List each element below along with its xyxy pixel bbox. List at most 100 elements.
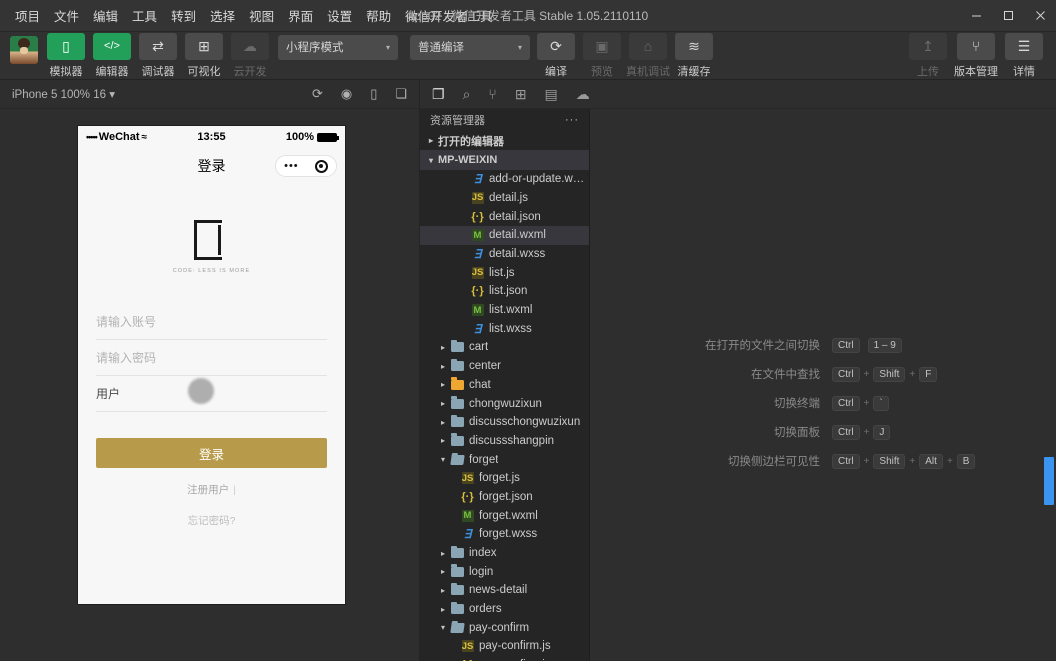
account-input[interactable]: 请输入账号 bbox=[96, 304, 327, 340]
tree-row[interactable]: ∃ detail.wxss bbox=[420, 245, 589, 264]
maximize-button[interactable] bbox=[992, 0, 1024, 31]
user-type-label: 用户 bbox=[96, 387, 121, 401]
register-link[interactable]: 注册用户 bbox=[187, 484, 229, 496]
record-icon[interactable]: ◉ bbox=[341, 86, 352, 102]
tree-row[interactable]: JS list.js bbox=[420, 263, 589, 282]
refresh-icon: ⟳ bbox=[537, 32, 575, 60]
tree-row[interactable]: ▾ forget bbox=[420, 450, 589, 469]
chevron-right-icon[interactable]: ▸ bbox=[436, 362, 450, 371]
forgot-password-link[interactable]: 忘记密码? bbox=[96, 513, 327, 528]
toolbar-button-label: 编辑器 bbox=[95, 65, 129, 78]
branch-icon: ⑂ bbox=[957, 32, 995, 60]
menu-item-10[interactable]: 微信开发者工具 bbox=[398, 2, 500, 29]
menu-item-5[interactable]: 选择 bbox=[203, 2, 242, 29]
window-icon[interactable]: ❏ bbox=[395, 86, 407, 102]
menu-item-3[interactable]: 工具 bbox=[125, 2, 164, 29]
device-icon[interactable]: ▯ bbox=[370, 86, 377, 102]
tree-row[interactable]: ▸ center bbox=[420, 357, 589, 376]
toolbar-button-详情[interactable]: ☰ 详情 bbox=[1004, 32, 1044, 79]
toolbar-button-模拟器[interactable]: ▯ 模拟器 bbox=[46, 32, 86, 79]
user-avatar[interactable] bbox=[10, 35, 38, 64]
chevron-down-icon[interactable]: ▾ bbox=[436, 623, 450, 632]
toolbar-button-可视化[interactable]: ⊞ 可视化 bbox=[184, 32, 224, 79]
toolbar-button-编译[interactable]: ⟳ 编译 bbox=[536, 32, 576, 79]
tree-row[interactable]: ▸ login bbox=[420, 562, 589, 581]
menu-item-2[interactable]: 编辑 bbox=[86, 2, 125, 29]
toolbar-button-云开发: ☁ 云开发 bbox=[230, 32, 270, 79]
capsule-buttons[interactable]: ••• bbox=[275, 155, 337, 177]
tree-row[interactable]: ▸ discusschongwuzixun bbox=[420, 413, 589, 432]
section-open-editors[interactable]: ▸ 打开的编辑器 bbox=[420, 131, 589, 150]
more-actions-icon[interactable]: ··· bbox=[565, 114, 579, 126]
target-icon[interactable] bbox=[314, 159, 328, 173]
tree-row[interactable]: ▸ index bbox=[420, 544, 589, 563]
tree-row[interactable]: ∃ forget.wxss bbox=[420, 525, 589, 544]
editor-scrollbar[interactable] bbox=[1042, 109, 1056, 661]
section-open-editors-label: 打开的编辑器 bbox=[438, 135, 504, 148]
tree-row[interactable]: {·}pay-confirm.json bbox=[420, 656, 589, 661]
menu-item-8[interactable]: 设置 bbox=[320, 2, 359, 29]
minimize-button[interactable] bbox=[960, 0, 992, 31]
menu-item-0[interactable]: 项目 bbox=[8, 2, 47, 29]
tree-row[interactable]: ▸ chat bbox=[420, 376, 589, 395]
tree-row[interactable]: ∃ list.wxss bbox=[420, 319, 589, 338]
chevron-right-icon[interactable]: ▸ bbox=[436, 418, 450, 427]
cloud-icon[interactable]: ☁ bbox=[576, 86, 590, 103]
menu-item-4[interactable]: 转到 bbox=[164, 2, 203, 29]
chevron-right-icon[interactable]: ▸ bbox=[436, 436, 450, 445]
more-icon[interactable]: ••• bbox=[284, 160, 299, 172]
chevron-right-icon[interactable]: ▸ bbox=[436, 399, 450, 408]
tree-row[interactable]: {·} list.json bbox=[420, 282, 589, 301]
chevron-right-icon[interactable]: ▸ bbox=[436, 380, 450, 389]
tree-row[interactable]: JS forget.js bbox=[420, 469, 589, 488]
toolbar-button-版本管理[interactable]: ⑂ 版本管理 bbox=[954, 32, 998, 79]
tree-row[interactable]: ▸ chongwuzixun bbox=[420, 394, 589, 413]
tree-row[interactable]: Mdetail.wxml bbox=[420, 226, 589, 245]
tree-row-label: login bbox=[469, 565, 494, 578]
tree-row[interactable]: ∃ add-or-update.wxss bbox=[420, 170, 589, 189]
compile-select[interactable]: 普通编译 ▾ bbox=[410, 34, 530, 60]
menu-item-7[interactable]: 界面 bbox=[281, 2, 320, 29]
tree-row[interactable]: Mlist.wxml bbox=[420, 301, 589, 320]
close-button[interactable] bbox=[1024, 0, 1056, 31]
tree-row[interactable]: Mforget.wxml bbox=[420, 506, 589, 525]
chevron-right-icon[interactable]: ▸ bbox=[436, 549, 450, 558]
shortcut-keys: Ctrl + Shift + F bbox=[832, 366, 992, 382]
mode-select[interactable]: 小程序模式 ▾ bbox=[278, 34, 398, 60]
simulator-stage: ••••• WeChat ≈ 13:55 100% 登录 ••• CODE: L… bbox=[0, 109, 419, 661]
source-control-icon[interactable]: ⑂ bbox=[488, 86, 496, 102]
tree-row[interactable]: ▸ orders bbox=[420, 600, 589, 619]
tree-row[interactable]: {·} forget.json bbox=[420, 488, 589, 507]
chevron-down-icon[interactable]: ▾ bbox=[436, 455, 450, 464]
password-input[interactable]: 请输入密码 bbox=[96, 340, 327, 376]
tree-row[interactable]: {·} detail.json bbox=[420, 207, 589, 226]
section-project[interactable]: ▾ MP-WEIXIN bbox=[420, 150, 589, 170]
rotate-icon[interactable]: ⟳ bbox=[312, 86, 323, 102]
chevron-right-icon[interactable]: ▸ bbox=[436, 567, 450, 576]
chevron-right-icon[interactable]: ▸ bbox=[436, 343, 450, 352]
chevron-right-icon[interactable]: ▸ bbox=[436, 586, 450, 595]
tree-row[interactable]: ▸ discussshangpin bbox=[420, 432, 589, 451]
device-selector[interactable]: iPhone 5 100% 16 ▾ bbox=[12, 87, 115, 101]
tree-row-label: pay-confirm bbox=[469, 621, 530, 634]
toolbar-button-编辑器[interactable]: </> 编辑器 bbox=[92, 32, 132, 79]
search-icon[interactable]: ⌕ bbox=[463, 86, 471, 103]
tree-row[interactable]: ▸ cart bbox=[420, 338, 589, 357]
tree-row[interactable]: ▸ news-detail bbox=[420, 581, 589, 600]
menu-item-6[interactable]: 视图 bbox=[242, 2, 281, 29]
chevron-right-icon[interactable]: ▸ bbox=[436, 605, 450, 614]
tree-row[interactable]: JS detail.js bbox=[420, 189, 589, 208]
battery-icon bbox=[317, 132, 339, 142]
menu-item-9[interactable]: 帮助 bbox=[359, 2, 398, 29]
explorer-icon[interactable]: ❐ bbox=[432, 86, 445, 103]
user-type-row[interactable]: 用户 bbox=[96, 376, 327, 412]
scrollbar-thumb[interactable] bbox=[1044, 457, 1054, 505]
tree-row[interactable]: JS pay-confirm.js bbox=[420, 637, 589, 656]
login-button[interactable]: 登录 bbox=[96, 438, 327, 468]
extensions-icon[interactable]: ⊞ bbox=[515, 86, 527, 103]
outline-icon[interactable]: ▤ bbox=[545, 86, 558, 103]
toolbar-button-调试器[interactable]: ⇄ 调试器 bbox=[138, 32, 178, 79]
toolbar-button-清缓存[interactable]: ≋ 清缓存 bbox=[674, 32, 714, 79]
menu-item-1[interactable]: 文件 bbox=[47, 2, 86, 29]
tree-row[interactable]: ▾ pay-confirm bbox=[420, 618, 589, 637]
